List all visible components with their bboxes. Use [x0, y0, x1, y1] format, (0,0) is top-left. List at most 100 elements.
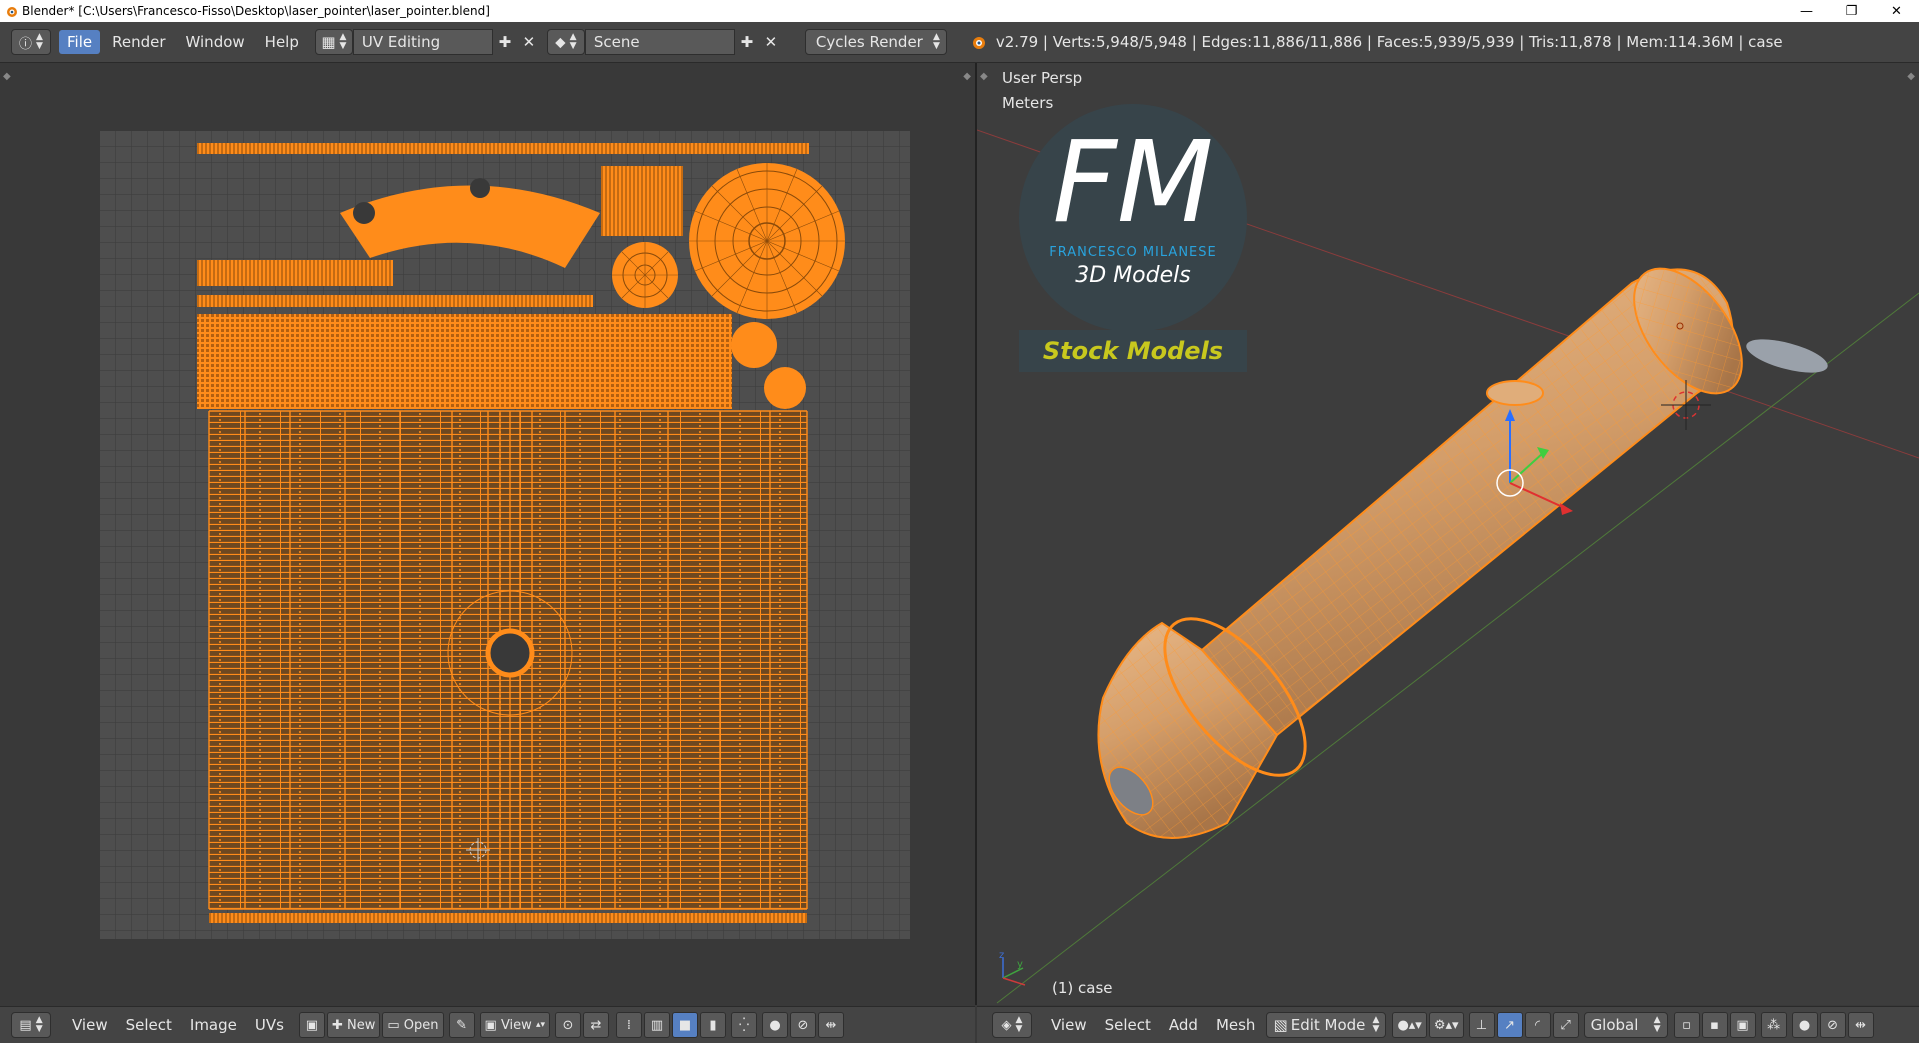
pivot-point-icon[interactable]: ⚙▴▾ [1428, 1012, 1464, 1038]
open-image-label: Open [403, 1017, 439, 1033]
view-perspective-label: User Persp [1002, 69, 1083, 87]
edge-select-icon[interactable]: ▥ [644, 1012, 670, 1038]
viewport-editor-type-button[interactable]: ◈ ▲ ▼ [992, 1012, 1032, 1038]
snap-target-icon[interactable]: ⇹ [818, 1012, 844, 1038]
3d-viewport[interactable]: ◆ ◆ z y FM FRANCESCO MILANESE 3D Models … [977, 63, 1919, 1005]
chevron-updown-icon: ▲ ▼ [1372, 1015, 1380, 1034]
uv-editor-region[interactable]: ◆ ◆ [0, 63, 977, 1005]
manipulator-toggle-icon[interactable]: ⊥ [1468, 1012, 1495, 1038]
menu-window[interactable]: Window [178, 30, 253, 54]
image-icon: ▣ [305, 1017, 319, 1033]
image-editor-icon: ▤ [19, 1017, 32, 1033]
shading-mode-icon[interactable]: ●▴▾ [1392, 1012, 1427, 1038]
view-axes-icon: z y [999, 950, 1026, 986]
transform-orientation-dropdown[interactable]: Global ▲ ▼ [1583, 1012, 1668, 1038]
menu-render[interactable]: Render [104, 30, 173, 54]
chevron-updown-icon: ▲ ▼ [35, 1015, 43, 1034]
image-browse-button[interactable]: ▣ [298, 1012, 325, 1038]
snap-icon[interactable]: ⊘ [790, 1012, 816, 1038]
render-engine-label: Cycles Render [815, 33, 923, 51]
viewport-header: ◈ ▲ ▼ View Select Add Mesh ▧ Edit Mode ▲ ▼ ●▴… [977, 1006, 1919, 1043]
uv-island-dense-block [197, 314, 732, 409]
sticky-selection-icon[interactable]: ⁛ [731, 1012, 757, 1038]
layout-grid-icon: ▦ [321, 33, 336, 51]
watermark-tagline: 3D Models [1075, 263, 1191, 288]
scene-field[interactable]: Scene [584, 29, 735, 55]
interaction-mode-dropdown[interactable]: ▧ Edit Mode ▲ ▼ [1266, 1012, 1387, 1038]
scene-stats: v2.79 | Verts:5,948/5,948 | Edges:11,886… [995, 33, 1783, 51]
close-button[interactable]: ✕ [1874, 0, 1919, 22]
chevron-updown-icon: ▲ ▼ [1015, 1015, 1023, 1034]
uv-hole [353, 202, 375, 224]
uv-canvas[interactable] [0, 63, 975, 1005]
uv-island-left-strip [197, 260, 393, 286]
scene-browse-button[interactable]: ⬥ ▲ ▼ [546, 29, 585, 55]
screen-layout-browse-button[interactable]: ▦ ▲ ▼ [314, 29, 353, 55]
sync-selection-icon[interactable]: ⇄ [583, 1012, 609, 1038]
pin-icon[interactable]: ✎ [448, 1012, 475, 1038]
viewport-menu-mesh[interactable]: Mesh [1207, 1016, 1265, 1034]
window-titlebar: Blender* [C:\Users\Francesco-Fisso\Deskt… [0, 0, 1919, 22]
snap-element-icon[interactable]: ⊘ [1819, 1012, 1846, 1038]
main-menu: File Render Window Help [59, 30, 307, 54]
viewport-menu-add[interactable]: Add [1160, 1016, 1207, 1034]
editor-type-button[interactable]: ⓘ ▲ ▼ [11, 29, 51, 55]
watermark-logo: FM [1019, 113, 1247, 253]
minimize-button[interactable]: — [1784, 0, 1829, 22]
proportional-edit-icon[interactable]: ● [762, 1012, 788, 1038]
blender-logo-icon [7, 7, 17, 17]
uv-island-small-disc [612, 242, 678, 308]
cube-icon: ◈ [1001, 1017, 1012, 1033]
svg-text:y: y [1017, 959, 1023, 970]
delete-screen-icon[interactable]: ✕ [517, 29, 541, 55]
menu-file[interactable]: File [59, 30, 101, 54]
watermark-stock-label: Stock Models [1019, 330, 1247, 372]
uv-island-large-disc [689, 163, 845, 319]
view-mode-dropdown[interactable]: ▣ View ▴▾ [479, 1012, 550, 1038]
uv-island-small-circle [731, 322, 777, 368]
edge-select-mode-icon[interactable]: ▪ [1701, 1012, 1728, 1038]
blender-logo-icon [972, 37, 985, 49]
menu-help[interactable]: Help [257, 30, 307, 54]
face-select-icon[interactable]: ■ [672, 1012, 698, 1038]
uv-island-bottom-strip [209, 913, 807, 923]
folder-icon: ▭ [387, 1017, 400, 1033]
delete-scene-icon[interactable]: ✕ [759, 29, 783, 55]
pivot-icon[interactable]: ⊙ [555, 1012, 581, 1038]
chevron-updown-icon: ▲ ▼ [36, 32, 43, 51]
uv-editor-type-button[interactable]: ▤ ▲ ▼ [11, 1012, 51, 1038]
chevron-updown-icon: ▲ ▼ [339, 32, 347, 51]
uv-island-top-strip [197, 143, 809, 154]
translate-manipulator-icon[interactable]: ↗ [1496, 1012, 1523, 1038]
uv-menu-image[interactable]: Image [181, 1016, 246, 1034]
restore-button[interactable]: ❐ [1829, 0, 1874, 22]
uv-island-body-block [208, 410, 808, 910]
chevron-updown-icon: ▲ ▼ [932, 32, 940, 51]
transform-orientation-label: Global [1590, 1016, 1639, 1034]
island-select-icon[interactable]: ▮ [700, 1012, 726, 1038]
new-image-button[interactable]: ✚ New [326, 1012, 381, 1038]
viewport-menu-view[interactable]: View [1042, 1016, 1096, 1034]
add-scene-icon[interactable]: ✚ [735, 29, 759, 55]
view-mode-icon: ▣ [484, 1017, 497, 1033]
viewport-menu-select[interactable]: Select [1096, 1016, 1160, 1034]
open-image-button[interactable]: ▭ Open [382, 1012, 444, 1038]
uv-menu-view[interactable]: View [63, 1016, 117, 1034]
rotate-manipulator-icon[interactable]: ◜ [1524, 1012, 1551, 1038]
screen-layout-field[interactable]: UV Editing [352, 29, 493, 55]
scale-manipulator-icon[interactable]: ⤢ [1552, 1012, 1579, 1038]
limit-selection-icon[interactable]: ⁂ [1760, 1012, 1787, 1038]
vertex-select-icon[interactable]: ⁞ [616, 1012, 642, 1038]
face-select-mode-icon[interactable]: ▣ [1729, 1012, 1756, 1038]
snap-mode-icon[interactable]: ⇹ [1847, 1012, 1874, 1038]
proportional-editing-icon[interactable]: ● [1791, 1012, 1818, 1038]
uv-menu-uvs[interactable]: UVs [246, 1016, 293, 1034]
uv-menu-select[interactable]: Select [117, 1016, 181, 1034]
interaction-mode-label: Edit Mode [1290, 1016, 1366, 1034]
view-units-label: Meters [1002, 94, 1054, 112]
render-engine-dropdown[interactable]: Cycles Render ▲ ▼ [804, 29, 947, 55]
vertex-select-mode-icon[interactable]: ▫ [1673, 1012, 1700, 1038]
new-image-label: New [346, 1017, 376, 1033]
add-screen-icon[interactable]: ✚ [493, 29, 517, 55]
active-object-label: (1) case [1052, 979, 1113, 997]
